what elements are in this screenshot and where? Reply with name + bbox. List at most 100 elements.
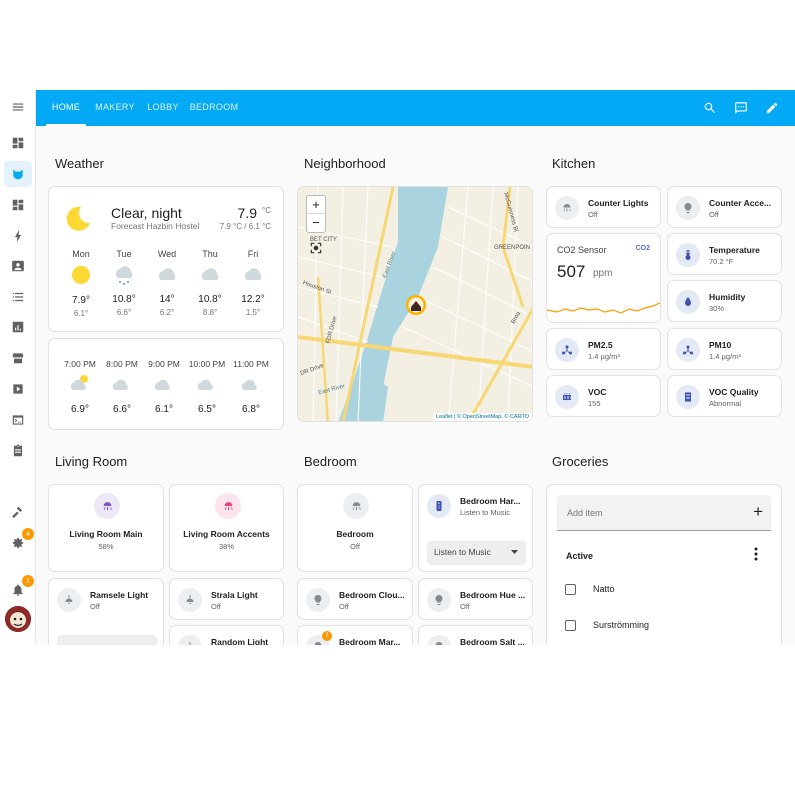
- tile-name: VOC: [588, 387, 607, 397]
- tile-voc-quality[interactable]: VOC Quality Abnormal: [667, 375, 782, 417]
- groceries-list-card: Add item + Active Natto Surströmming: [546, 484, 782, 645]
- feature-control[interactable]: [57, 635, 157, 645]
- tile-bedroom-cloud[interactable]: Bedroom Clou... Off: [297, 578, 413, 620]
- map-attribution[interactable]: Leaflet | © OpenStreetMap, © CARTO: [432, 413, 532, 421]
- tile-state: 30%: [709, 304, 725, 313]
- tile-bedroom-mar[interactable]: ! Bedroom Mar...: [297, 625, 413, 645]
- co2-sensor-graph[interactable]: CO2 Sensor CO2 507 ppm: [546, 233, 661, 323]
- bulb-icon: [306, 588, 330, 612]
- hourly-forecast: 7:00 PM 6.9°: [59, 359, 101, 415]
- tile-strala-light[interactable]: Strala Light Off: [169, 578, 284, 620]
- more-vert-icon[interactable]: [753, 547, 759, 561]
- terminal-icon[interactable]: [6, 408, 30, 432]
- weather-forecast-card[interactable]: Clear, night Forecast Hazbin Hostel 7.9 …: [48, 186, 284, 332]
- clipboard-icon[interactable]: [6, 439, 30, 463]
- cat-icon[interactable]: [4, 161, 32, 187]
- tile-state: 38%: [218, 542, 234, 551]
- tile-state: Off: [709, 210, 719, 219]
- add-item-field[interactable]: Add item +: [557, 495, 771, 531]
- tile-counter-lights[interactable]: Counter Lights Off: [546, 186, 661, 228]
- bell-icon[interactable]: 1: [6, 575, 34, 602]
- forecast-day: Wed 14° 6.2°: [147, 249, 187, 317]
- notifications-badge: 1: [22, 575, 34, 587]
- assist-icon[interactable]: [732, 99, 750, 117]
- chart-icon[interactable]: [6, 315, 30, 339]
- tile-name: Living Room Accents: [183, 529, 270, 539]
- list-item[interactable]: Natto: [593, 584, 615, 594]
- hourly-temp: 6.6°: [113, 404, 131, 415]
- edit-pencil-icon[interactable]: [763, 99, 781, 117]
- add-item-button[interactable]: +: [753, 502, 763, 522]
- activity-select[interactable]: Listen to Music: [427, 541, 526, 565]
- thermometer-icon: [676, 243, 700, 267]
- tile-bedroom-hue[interactable]: Bedroom Hue ... Off: [418, 578, 533, 620]
- weather-range: 7.9 °C / 6.1 °C: [219, 222, 271, 231]
- ceiling-light-icon: [215, 493, 241, 519]
- hourly-temp: 6.8°: [242, 404, 260, 415]
- search-icon[interactable]: [701, 99, 719, 117]
- item-checkbox[interactable]: [565, 584, 576, 595]
- sunny-icon: [72, 266, 90, 284]
- forecast-day-label: Thu: [202, 249, 218, 259]
- tile-bedroom-salt[interactable]: Bedroom Salt ...: [418, 625, 533, 645]
- tile-name: Random Light: [211, 637, 269, 645]
- neighborhood-map[interactable]: BET CITY McGuinness Bl GREENPOIN Houston…: [297, 186, 533, 422]
- cloudy-icon: [241, 379, 257, 390]
- gear-icon[interactable]: 4: [6, 528, 34, 555]
- partly-cloudy-icon: [70, 375, 88, 390]
- item-checkbox[interactable]: [565, 620, 576, 631]
- tile-bedroom-light[interactable]: Bedroom Off: [297, 484, 413, 572]
- forecast-day: Thu 10.8° 8.8°: [190, 249, 230, 317]
- lightning-icon[interactable]: [6, 224, 30, 248]
- sensor-value: 507: [557, 262, 586, 281]
- tile-pm25[interactable]: PM2.5 1.4 µg/m³: [546, 328, 661, 370]
- weather-condition: Clear, night: [111, 205, 182, 221]
- hammer-icon[interactable]: [6, 500, 30, 524]
- cloudy-icon: [158, 268, 176, 280]
- warning-badge: !: [322, 631, 332, 641]
- store-icon[interactable]: [6, 346, 30, 370]
- tile-ramsele-light[interactable]: Ramsele Light Off: [48, 578, 164, 645]
- avatar[interactable]: [5, 606, 31, 632]
- tile-pm10[interactable]: PM10 1.4 µg/m³: [667, 328, 782, 370]
- tile-counter-accents[interactable]: Counter Acce... Off: [667, 186, 782, 228]
- sensor-unit: ppm: [593, 268, 613, 279]
- tile-state: Listen to Music: [460, 508, 511, 517]
- tab-lobby[interactable]: LOBBY: [144, 90, 182, 126]
- tile-state: Abnormal: [709, 399, 742, 408]
- tab-home[interactable]: HOME: [46, 90, 86, 126]
- tile-state: 1.4 µg/m³: [709, 352, 741, 361]
- section-title-groceries: Groceries: [552, 454, 609, 469]
- settings-badge: 4: [22, 528, 34, 540]
- tile-voc[interactable]: VOC 155: [546, 375, 661, 417]
- tile-name: Counter Lights: [588, 198, 649, 208]
- media-icon[interactable]: [6, 377, 30, 401]
- cloudy-icon: [201, 268, 219, 280]
- cloudy-icon: [197, 379, 213, 390]
- tab-makery[interactable]: MAKERY: [92, 90, 138, 126]
- zoom-out-button[interactable]: −: [307, 214, 325, 232]
- list-item[interactable]: Surströmming: [593, 620, 649, 630]
- hourly-time: 11:00 PM: [233, 359, 269, 369]
- tile-bedroom-harmony[interactable]: Bedroom Har... Listen to Music Listen to…: [418, 484, 533, 572]
- tile-temperature[interactable]: Temperature 70.2 °F: [667, 233, 782, 275]
- menu-icon[interactable]: [6, 95, 30, 119]
- tile-random-light[interactable]: Random Light: [169, 625, 284, 645]
- tab-bedroom[interactable]: BEDROOM: [188, 90, 240, 126]
- tile-living-room-accents[interactable]: Living Room Accents 38%: [169, 484, 284, 572]
- list-icon[interactable]: [6, 285, 30, 309]
- tile-living-room-main[interactable]: Living Room Main 58%: [48, 484, 164, 572]
- focus-target-icon[interactable]: [309, 241, 323, 255]
- weather-hourly-card[interactable]: 7:00 PM 6.9° 8:00 PM 6.6° 9:00 PM 6.1° 1…: [48, 338, 284, 430]
- weather-temp: 7.9: [237, 205, 257, 221]
- top-toolbar: HOME MAKERY LOBBY BEDROOM: [36, 90, 795, 126]
- hourly-temp: 6.9°: [71, 404, 89, 415]
- tile-name: Bedroom Har...: [460, 496, 521, 506]
- tile-name: Counter Acce...: [709, 198, 772, 208]
- badge-icon[interactable]: [6, 254, 30, 278]
- dashboard-icon[interactable]: [6, 193, 30, 217]
- tile-humidity[interactable]: Humidity 30%: [667, 280, 782, 322]
- ceiling-light-icon: [343, 493, 369, 519]
- dashboard-icon[interactable]: [6, 131, 30, 155]
- zoom-in-button[interactable]: +: [307, 196, 325, 214]
